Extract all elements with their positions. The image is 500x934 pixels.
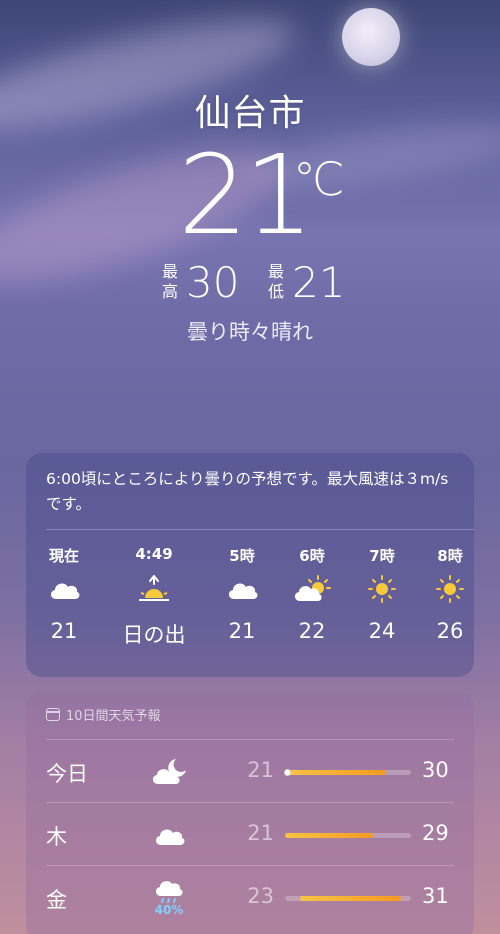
current-temperature-block: 21 ℃ bbox=[0, 140, 500, 262]
sun-icon bbox=[418, 567, 482, 611]
hour-temperature: 22 bbox=[298, 619, 326, 643]
hour-value: 日の出 bbox=[122, 623, 186, 647]
hour-temperature: 21 bbox=[228, 619, 256, 643]
rain-cloud-icon: 40% bbox=[144, 876, 194, 920]
forecast-row[interactable]: 金 40% 23 31 bbox=[26, 866, 474, 928]
low-label: 最 低 bbox=[267, 262, 284, 301]
high-temperature: 29 bbox=[422, 821, 449, 845]
divider bbox=[46, 529, 474, 530]
hour-item: 8時 26 bbox=[418, 545, 482, 643]
hour-item: 4:49 日の出 bbox=[110, 545, 198, 649]
current-temperature-marker bbox=[284, 769, 291, 776]
cloud-icon bbox=[144, 813, 194, 857]
range-fill bbox=[285, 770, 386, 775]
hour-temperature: 24 bbox=[368, 619, 396, 643]
forecast-summary: 6:00頃にところにより曇りの予想です。最大風速は３m/sです。 bbox=[46, 470, 449, 513]
high-temperature: 30 bbox=[422, 758, 449, 782]
hour-temperature: 26 bbox=[436, 619, 464, 643]
hour-item: 5時 21 bbox=[210, 545, 274, 643]
hour-time: 5時 bbox=[229, 547, 255, 565]
high-low: 最 高 30 最 低 21 bbox=[0, 258, 500, 308]
hour-time: 8時 bbox=[437, 547, 463, 565]
high-temperature: 31 bbox=[422, 884, 449, 908]
day-label: 木 bbox=[46, 825, 67, 849]
city-name: 仙台市 bbox=[194, 93, 306, 134]
day-label: 金 bbox=[46, 888, 67, 912]
temperature-range-bar bbox=[285, 833, 411, 838]
sunrise-icon bbox=[110, 567, 198, 611]
hour-item: 6時 22 bbox=[280, 545, 344, 643]
ten-day-title: 10日間天気予報 bbox=[66, 709, 161, 724]
moon-image bbox=[342, 8, 400, 66]
sun-icon bbox=[350, 567, 414, 611]
high-label: 最 高 bbox=[161, 262, 178, 301]
hour-time: 7時 bbox=[369, 547, 395, 565]
day-label: 今日 bbox=[46, 762, 88, 786]
forecast-row[interactable]: 木 21 29 bbox=[26, 803, 474, 865]
ten-day-forecast-card[interactable]: 10日間天気予報 今日 21 30 木 21 29 金 40% 23 31 bbox=[26, 691, 474, 934]
current-temperature: 21 bbox=[178, 131, 314, 259]
hour-item: 現在 21 bbox=[32, 545, 96, 643]
cloud-icon bbox=[32, 567, 96, 611]
location-header: 仙台市 bbox=[0, 84, 500, 136]
calendar-icon bbox=[46, 708, 60, 721]
precipitation-chance: 40% bbox=[154, 903, 184, 917]
temperature-unit: ℃ bbox=[293, 152, 345, 206]
cloud-icon bbox=[210, 567, 274, 611]
hour-time: 4:49 bbox=[135, 545, 173, 563]
ten-day-header: 10日間天気予報 bbox=[46, 705, 161, 724]
hour-time: 6時 bbox=[299, 547, 325, 565]
low-temperature: 21 bbox=[292, 258, 346, 307]
range-fill bbox=[300, 896, 401, 901]
high-temperature: 30 bbox=[186, 258, 240, 307]
temperature-range-bar bbox=[285, 896, 411, 901]
low-temperature: 23 bbox=[247, 884, 274, 908]
partly-sunny-icon bbox=[280, 567, 344, 611]
low-temperature: 21 bbox=[247, 821, 274, 845]
hourly-forecast-card[interactable]: 6:00頃にところにより曇りの予想です。最大風速は３m/sです。 現在 21 4… bbox=[26, 453, 474, 677]
forecast-row[interactable]: 今日 21 30 bbox=[26, 740, 474, 802]
range-fill bbox=[285, 833, 374, 838]
hour-item: 7時 24 bbox=[350, 545, 414, 643]
temperature-range-bar bbox=[284, 769, 411, 776]
cloud-moon-icon bbox=[144, 750, 194, 794]
condition-text: 曇り時々晴れ bbox=[187, 320, 313, 344]
low-temperature: 21 bbox=[247, 758, 274, 782]
hour-time: 現在 bbox=[48, 547, 79, 565]
hour-temperature: 21 bbox=[50, 619, 78, 643]
